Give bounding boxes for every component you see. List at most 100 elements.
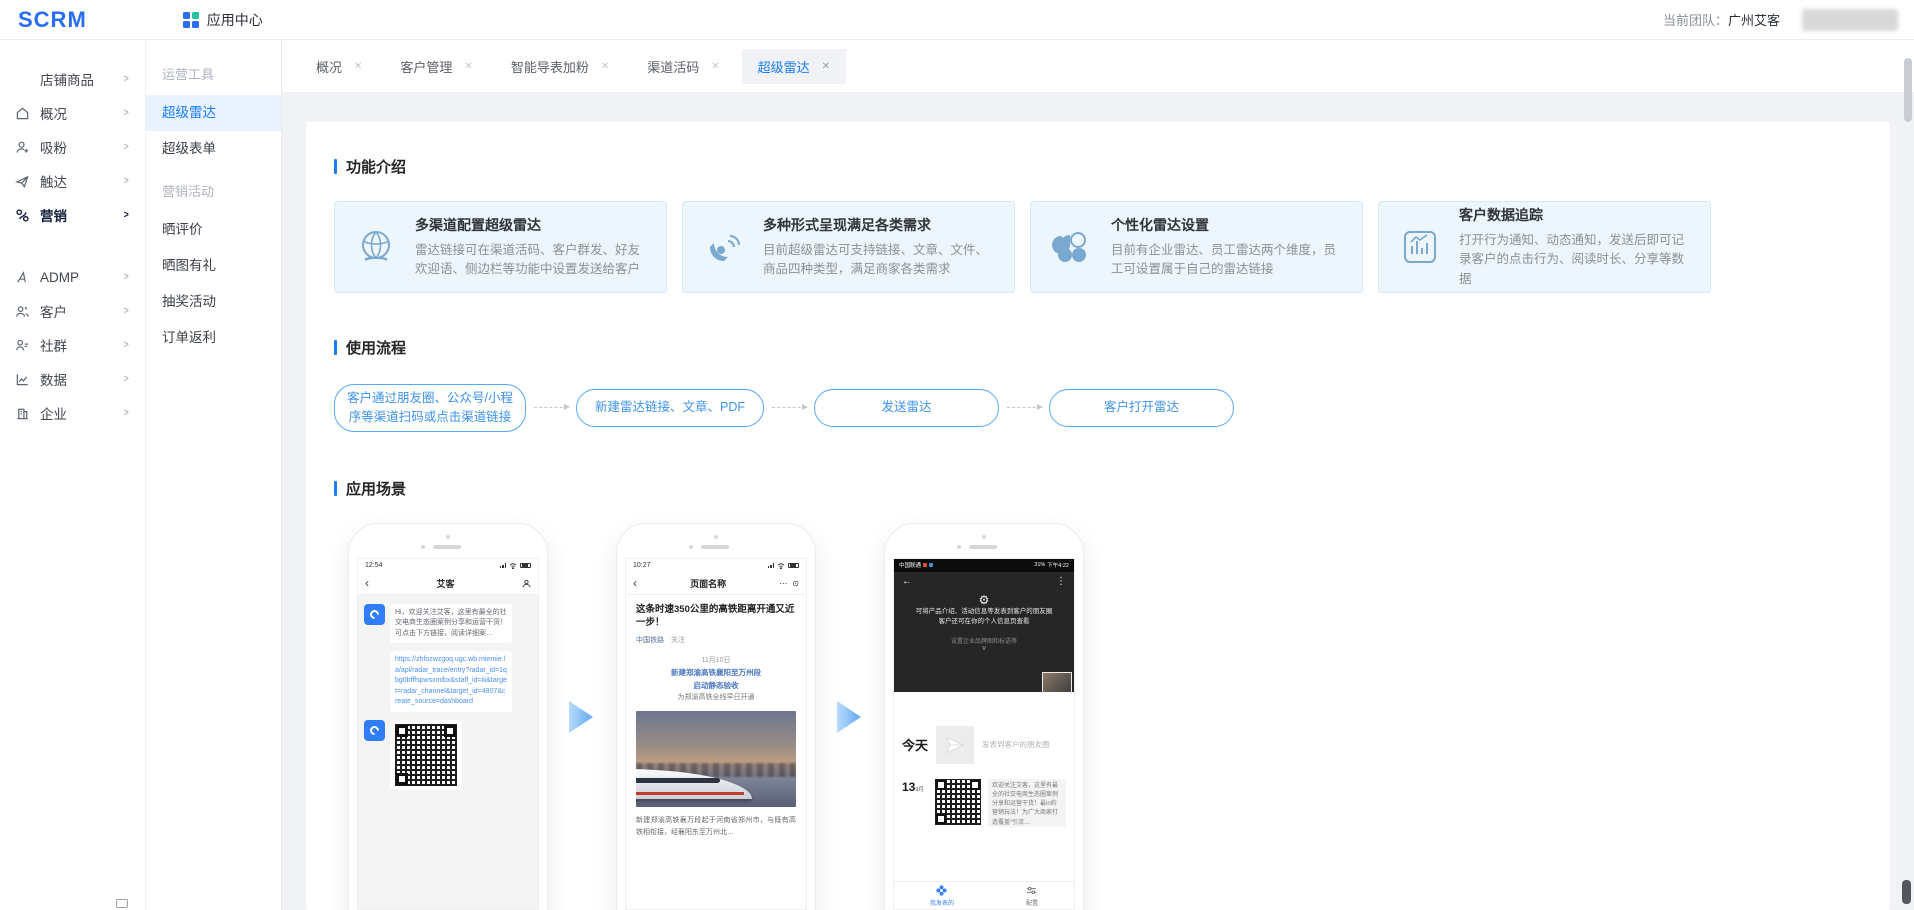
chevron-right-icon: > <box>123 73 128 85</box>
marketing-icon <box>14 207 30 223</box>
submenu-item-super-form[interactable]: 超级表单 <box>146 131 281 167</box>
tab-overview[interactable]: 概况 ✕ <box>300 49 378 84</box>
aike-avatar <box>364 720 385 741</box>
wifi-icon <box>509 563 517 569</box>
app-center-button[interactable]: 应用中心 <box>183 10 263 30</box>
close-icon[interactable]: ✕ <box>354 61 362 72</box>
chat-message: https://zhfozwzgoq.ugc.wb.miemie.la/api/… <box>364 651 532 712</box>
flow-step-4: 客户打开雷达 <box>1049 389 1234 427</box>
close-icon[interactable]: ✕ <box>822 61 830 72</box>
radar-link: https://zhfozwzgoq.ugc.wb.miemie.la/api/… <box>390 651 512 712</box>
article-byline: 中国铁路 关注 <box>636 635 796 645</box>
submenu-item-super-radar[interactable]: 超级雷达 <box>146 95 281 131</box>
sidebar-item-marketing[interactable]: 营销 > <box>0 198 145 232</box>
phone-camera-dot <box>446 535 450 539</box>
team-label: 当前团队： <box>1663 10 1728 29</box>
status-bar: 12:54 <box>358 559 538 573</box>
tab-customer-management[interactable]: 客户管理 ✕ <box>384 49 488 84</box>
signal-icon <box>768 563 775 568</box>
chevron-right-icon: > <box>123 141 128 153</box>
phone-speaker <box>617 545 801 549</box>
signal-icon <box>500 563 507 568</box>
sidebar-item-shop-goods[interactable]: 店铺商品 > <box>0 62 145 96</box>
phone-camera-dot <box>982 535 986 539</box>
next-arrow-icon <box>835 699 865 735</box>
phone-mockup-article: 10:27 ‹ 页面名 <box>616 523 816 910</box>
dashed-arrow-icon <box>1007 407 1041 408</box>
battery-icon <box>788 563 799 569</box>
app-center-label: 应用中心 <box>207 10 263 30</box>
status-bar: 10:27 <box>626 559 806 573</box>
dashed-arrow-icon <box>534 407 568 408</box>
scrm-app: SCRM 应用中心 当前团队： 广州艾客 店铺商品 > 概况 > <box>0 0 1914 910</box>
close-icon[interactable]: ✕ <box>711 61 719 72</box>
section-bar-icon <box>334 159 337 174</box>
left-arrow-icon[interactable]: ← <box>902 576 912 587</box>
chart-line-icon <box>14 371 30 387</box>
status-icons <box>500 563 532 569</box>
gear-icon: ⚙ <box>902 593 1066 607</box>
customers-icon <box>14 303 30 319</box>
chevron-right-icon: > <box>123 209 128 221</box>
app-badge-icon <box>923 563 927 567</box>
battery-icon <box>520 563 531 569</box>
phone-speaker <box>349 545 533 549</box>
chevron-right-icon: > <box>123 271 128 283</box>
chat-nav-bar: ‹ 艾客 <box>358 573 538 595</box>
collapse-icon[interactable] <box>116 899 128 908</box>
tab-super-radar[interactable]: 超级雷达 ✕ <box>742 49 846 84</box>
scenario-phones: 12:54 ‹ 艾客 <box>334 523 1862 910</box>
sidebar-item-overview[interactable]: 概况 > <box>0 96 145 130</box>
sidebar-item-admp[interactable]: ADMP > <box>0 260 145 294</box>
user-add-icon <box>14 139 30 155</box>
feature-card-multichannel: 多渠道配置超级雷达 雷达链接可在渠道活码、客户群发、好友欢迎语、侧边栏等功能中设… <box>334 201 667 293</box>
chevron-right-icon: > <box>123 305 128 317</box>
sidebar-item-data[interactable]: 数据 > <box>0 362 145 396</box>
sidebar-item-community[interactable]: 社群 > <box>0 328 145 362</box>
chat-message: Hi，欢迎关注艾客，这里有最全的社交电商生态圈案例分享和运营干货！可点击下方链接… <box>364 604 532 644</box>
chat-screen: 12:54 ‹ 艾客 <box>357 558 539 910</box>
sidebar-item-customers[interactable]: 客户 > <box>0 294 145 328</box>
flow-step-2: 新建雷达链接、文章、PDF <box>576 389 764 427</box>
sidebar-item-enterprise[interactable]: 企业 > <box>0 396 145 430</box>
article-lead: 11月10日 新建郑渝高铁襄阳至万州段 启动静态验收 为郑渝高铁全线早日开通 <box>636 655 796 704</box>
dashed-arrow-icon <box>772 407 806 408</box>
tab-channel-qrcode[interactable]: 渠道活码 ✕ <box>631 49 735 84</box>
feature-cards: 多渠道配置超级雷达 雷达链接可在渠道活码、客户群发、好友欢迎语、侧边栏等功能中设… <box>334 201 1862 293</box>
more-icon: ⋯ <box>779 579 787 588</box>
send-icon <box>14 173 30 189</box>
moment-entry-today: 今天 发表到客户的朋友圈 <box>902 726 1066 764</box>
main-area: 概况 ✕ 客户管理 ✕ 智能导表加粉 ✕ 渠道活码 ✕ 超级雷达 ✕ <box>282 40 1914 910</box>
section-scenarios: 应用场景 12:54 <box>334 478 1862 910</box>
status-icons <box>768 563 800 569</box>
submenu-item-review-share[interactable]: 晒评价 <box>146 212 281 248</box>
kebab-icon[interactable]: ⋮ <box>1056 576 1066 587</box>
scrm-logo: SCRM <box>18 7 87 33</box>
app-badge-icon <box>929 563 933 567</box>
close-icon[interactable]: ✕ <box>464 61 472 72</box>
sidebar-item-attract-fans[interactable]: 吸粉 > <box>0 130 145 164</box>
article-screen: 10:27 ‹ 页面名 <box>625 558 807 910</box>
sidebar-item-reach[interactable]: 触达 > <box>0 164 145 198</box>
close-icon[interactable]: ✕ <box>601 61 609 72</box>
tab-settings[interactable]: 配置 <box>1026 885 1038 907</box>
submenu-item-photo-reward[interactable]: 晒图有礼 <box>146 248 281 284</box>
scrollbar-thumb[interactable] <box>1904 58 1912 122</box>
tab-my-posts[interactable]: 我发表的 <box>930 885 954 907</box>
chevron-right-icon: > <box>123 339 128 351</box>
globe-icon <box>353 224 399 270</box>
feature-card-tracking: 客户数据追踪 打开行为通知、动态通知，发送后即可记录客户的点击行为、阅读时长、分… <box>1378 201 1711 293</box>
content-scroll-area: 功能介绍 <box>282 92 1914 910</box>
submenu-group-title-tools: 运营工具 <box>146 50 281 95</box>
top-header: SCRM 应用中心 当前团队： 广州艾客 <box>0 0 1914 40</box>
building-icon <box>14 405 30 421</box>
content-panel: 功能介绍 <box>306 122 1890 910</box>
user-account-redacted[interactable] <box>1802 9 1898 31</box>
tab-smart-import-fans[interactable]: 智能导表加粉 ✕ <box>495 49 625 84</box>
submenu-item-order-rebate[interactable]: 订单返利 <box>146 320 281 356</box>
submenu-item-lottery[interactable]: 抽奖活动 <box>146 284 281 320</box>
chat-message <box>364 720 532 790</box>
moments-feed: 今天 发表到客户的朋友圈 139月 <box>894 692 1074 910</box>
team-name: 广州艾客 <box>1728 10 1780 29</box>
scrollbar-thumb-bottom[interactable] <box>1902 880 1911 904</box>
